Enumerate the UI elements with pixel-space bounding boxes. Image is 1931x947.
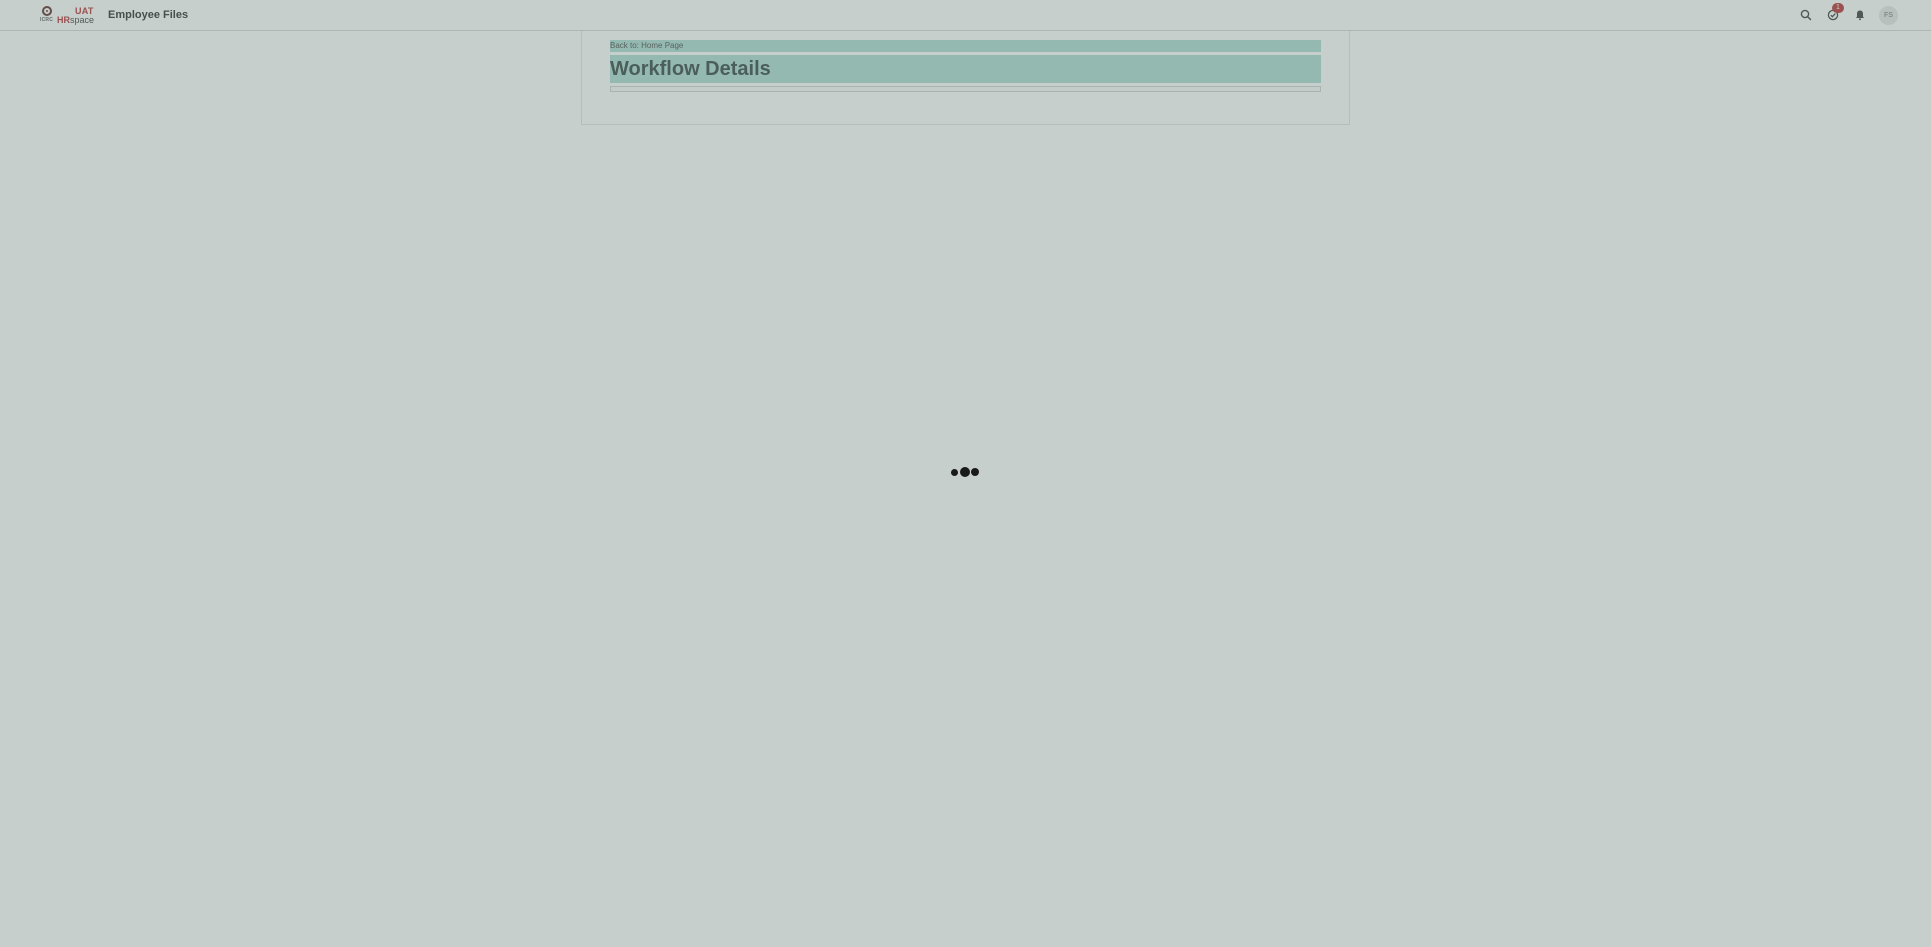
loading-dot [951, 469, 958, 476]
loading-dot [971, 468, 979, 476]
loading-dot [960, 467, 970, 477]
loading-dots-icon [951, 467, 981, 479]
loading-overlay [0, 0, 1931, 947]
